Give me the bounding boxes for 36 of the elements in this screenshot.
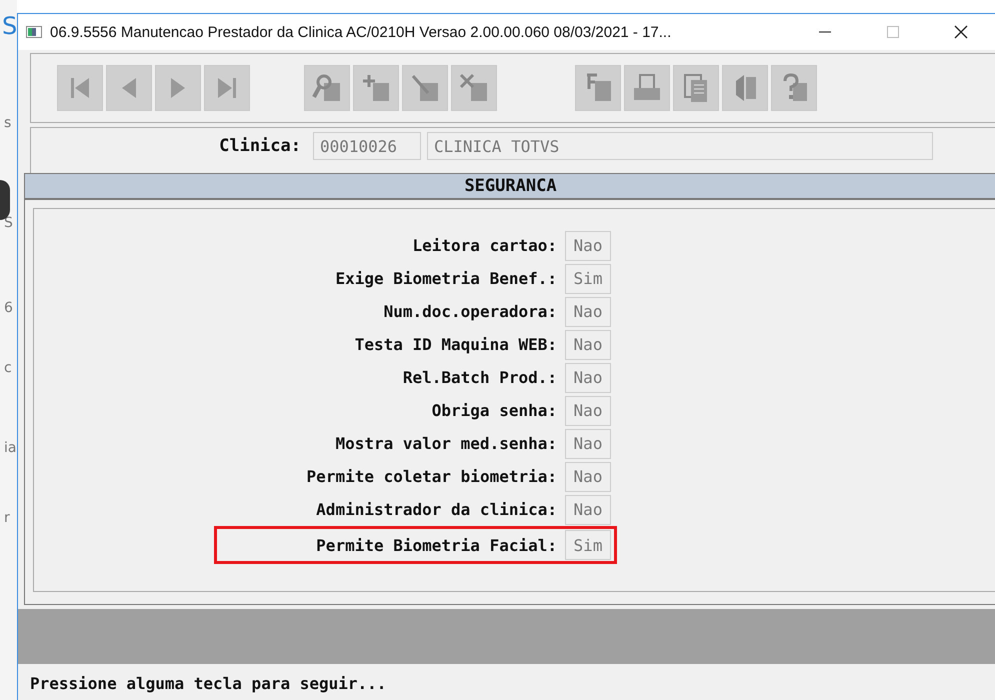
window-title: 06.9.5556 Manutencao Prestador da Clinica AC/0210H Versao 2.00.00.060 08/03/2021 - 17... (50, 24, 672, 40)
field-label: Mostra valor med.senha: (335, 434, 557, 453)
value-field[interactable]: Nao (565, 230, 611, 260)
close-icon[interactable] (953, 24, 969, 40)
value-field[interactable]: Nao (565, 296, 611, 326)
value-field[interactable]: Nao (565, 396, 611, 426)
name-field[interactable]: CLINICA TOTVS (427, 132, 933, 160)
field-label: Leitora cartao: (412, 236, 557, 255)
value-field[interactable]: Sim (565, 530, 611, 560)
background-text: S (2, 12, 18, 40)
dialog-title: SEGURANCA (25, 174, 995, 200)
field-label: Obriga senha: (432, 401, 557, 420)
value-field[interactable]: Nao (565, 462, 611, 492)
background-text: S (4, 215, 13, 231)
field-label: Permite Biometria Facial: (316, 536, 557, 554)
field-label: Exige Biometria Benef.: (335, 269, 557, 288)
value-field[interactable]: Nao (565, 330, 611, 360)
field-label: Clinica: (218, 136, 301, 156)
field-label: Num.doc.operadora: (384, 302, 557, 321)
background-text: ia (4, 440, 16, 456)
value-field[interactable]: Nao (565, 362, 611, 392)
background-text: 6 (4, 300, 13, 316)
value-field[interactable]: Nao (565, 494, 611, 524)
background-text: s (4, 115, 12, 131)
value-field[interactable]: Sim (565, 264, 611, 294)
field-label: Testa ID Maquina WEB: (354, 335, 557, 354)
maximize-icon[interactable] (885, 24, 901, 40)
field-label: Rel.Batch Prod.: (402, 368, 557, 387)
field-label: Administrador da clinica: (316, 500, 557, 519)
field-label: Permite coletar biometria: (306, 467, 557, 486)
status-message: Pressione alguma tecla para seguir... (29, 673, 388, 693)
value-field[interactable]: Nao (565, 428, 611, 458)
background-text: r (4, 510, 10, 526)
code-field[interactable]: 00010026 (313, 132, 421, 160)
background-text: c (4, 360, 12, 376)
app-icon (26, 26, 42, 38)
